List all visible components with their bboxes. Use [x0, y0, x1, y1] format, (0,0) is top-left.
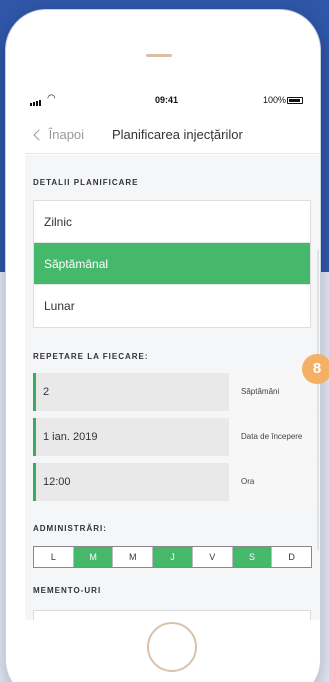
- frequency-list: Zilnic Săptămânal Lunar: [33, 200, 311, 328]
- time-label: Ora: [229, 463, 319, 501]
- speaker-slot: [146, 54, 172, 57]
- signal-icon: [30, 96, 42, 106]
- field-accent-bar: [33, 463, 36, 501]
- back-label: Înapoi: [48, 127, 85, 142]
- start-date-label: Data de începere: [229, 418, 319, 456]
- day-toggle-saturday[interactable]: S: [232, 547, 273, 567]
- weekday-selector: L M M J V S D: [33, 546, 312, 568]
- home-button[interactable]: [147, 622, 197, 672]
- phone-frame: ◠ 09:41 100% Înapoi Planificarea injecță…: [6, 10, 320, 682]
- wifi-icon: ◠: [47, 93, 56, 104]
- page-title: Planificarea injecțărilor: [112, 127, 243, 142]
- time-value: 12:00: [43, 476, 71, 488]
- chevron-left-icon: [33, 129, 45, 141]
- status-time: 09:41: [155, 95, 179, 105]
- start-date-value: 1 ian. 2019: [43, 431, 98, 443]
- step-badge: 8: [302, 354, 329, 384]
- repeat-section-title: REPETARE LA FIECARE:: [33, 352, 149, 361]
- app-screen: ◠ 09:41 100% Înapoi Planificarea injecță…: [25, 90, 320, 620]
- day-toggle-wednesday[interactable]: M: [113, 547, 154, 567]
- day-toggle-tuesday[interactable]: M: [73, 547, 114, 567]
- day-toggle-sunday[interactable]: D: [272, 547, 311, 567]
- repeat-interval-value: 2: [43, 386, 50, 398]
- start-date-field[interactable]: 1 ian. 2019 Data de începere: [33, 418, 319, 456]
- reminders-section-title: MEMENTO-URI: [33, 586, 102, 595]
- reminders-list[interactable]: [33, 610, 311, 620]
- field-accent-bar: [33, 418, 36, 456]
- planning-section-title: DETALII PLANIFICARE: [33, 178, 139, 187]
- scrollbar[interactable]: [317, 250, 319, 550]
- nav-bar: Înapoi Planificarea injecțărilor: [25, 114, 320, 154]
- time-field[interactable]: 12:00 Ora: [33, 463, 319, 501]
- administrations-section-title: ADMINISTRĂRI:: [33, 524, 107, 533]
- day-toggle-friday[interactable]: V: [193, 547, 233, 567]
- frequency-option-monthly[interactable]: Lunar: [34, 285, 310, 327]
- repeat-interval-field[interactable]: 2 Săptămâni: [33, 373, 319, 411]
- frequency-option-weekly[interactable]: Săptămânal: [34, 243, 310, 285]
- field-accent-bar: [33, 373, 36, 411]
- day-toggle-monday[interactable]: L: [34, 547, 74, 567]
- battery-percent: 100%: [263, 95, 287, 105]
- back-button[interactable]: Înapoi: [33, 127, 85, 142]
- status-bar: ◠ 09:41 100%: [25, 90, 320, 110]
- battery-icon: [287, 97, 303, 104]
- day-toggle-thursday[interactable]: J: [153, 547, 193, 567]
- frequency-option-daily[interactable]: Zilnic: [34, 201, 310, 243]
